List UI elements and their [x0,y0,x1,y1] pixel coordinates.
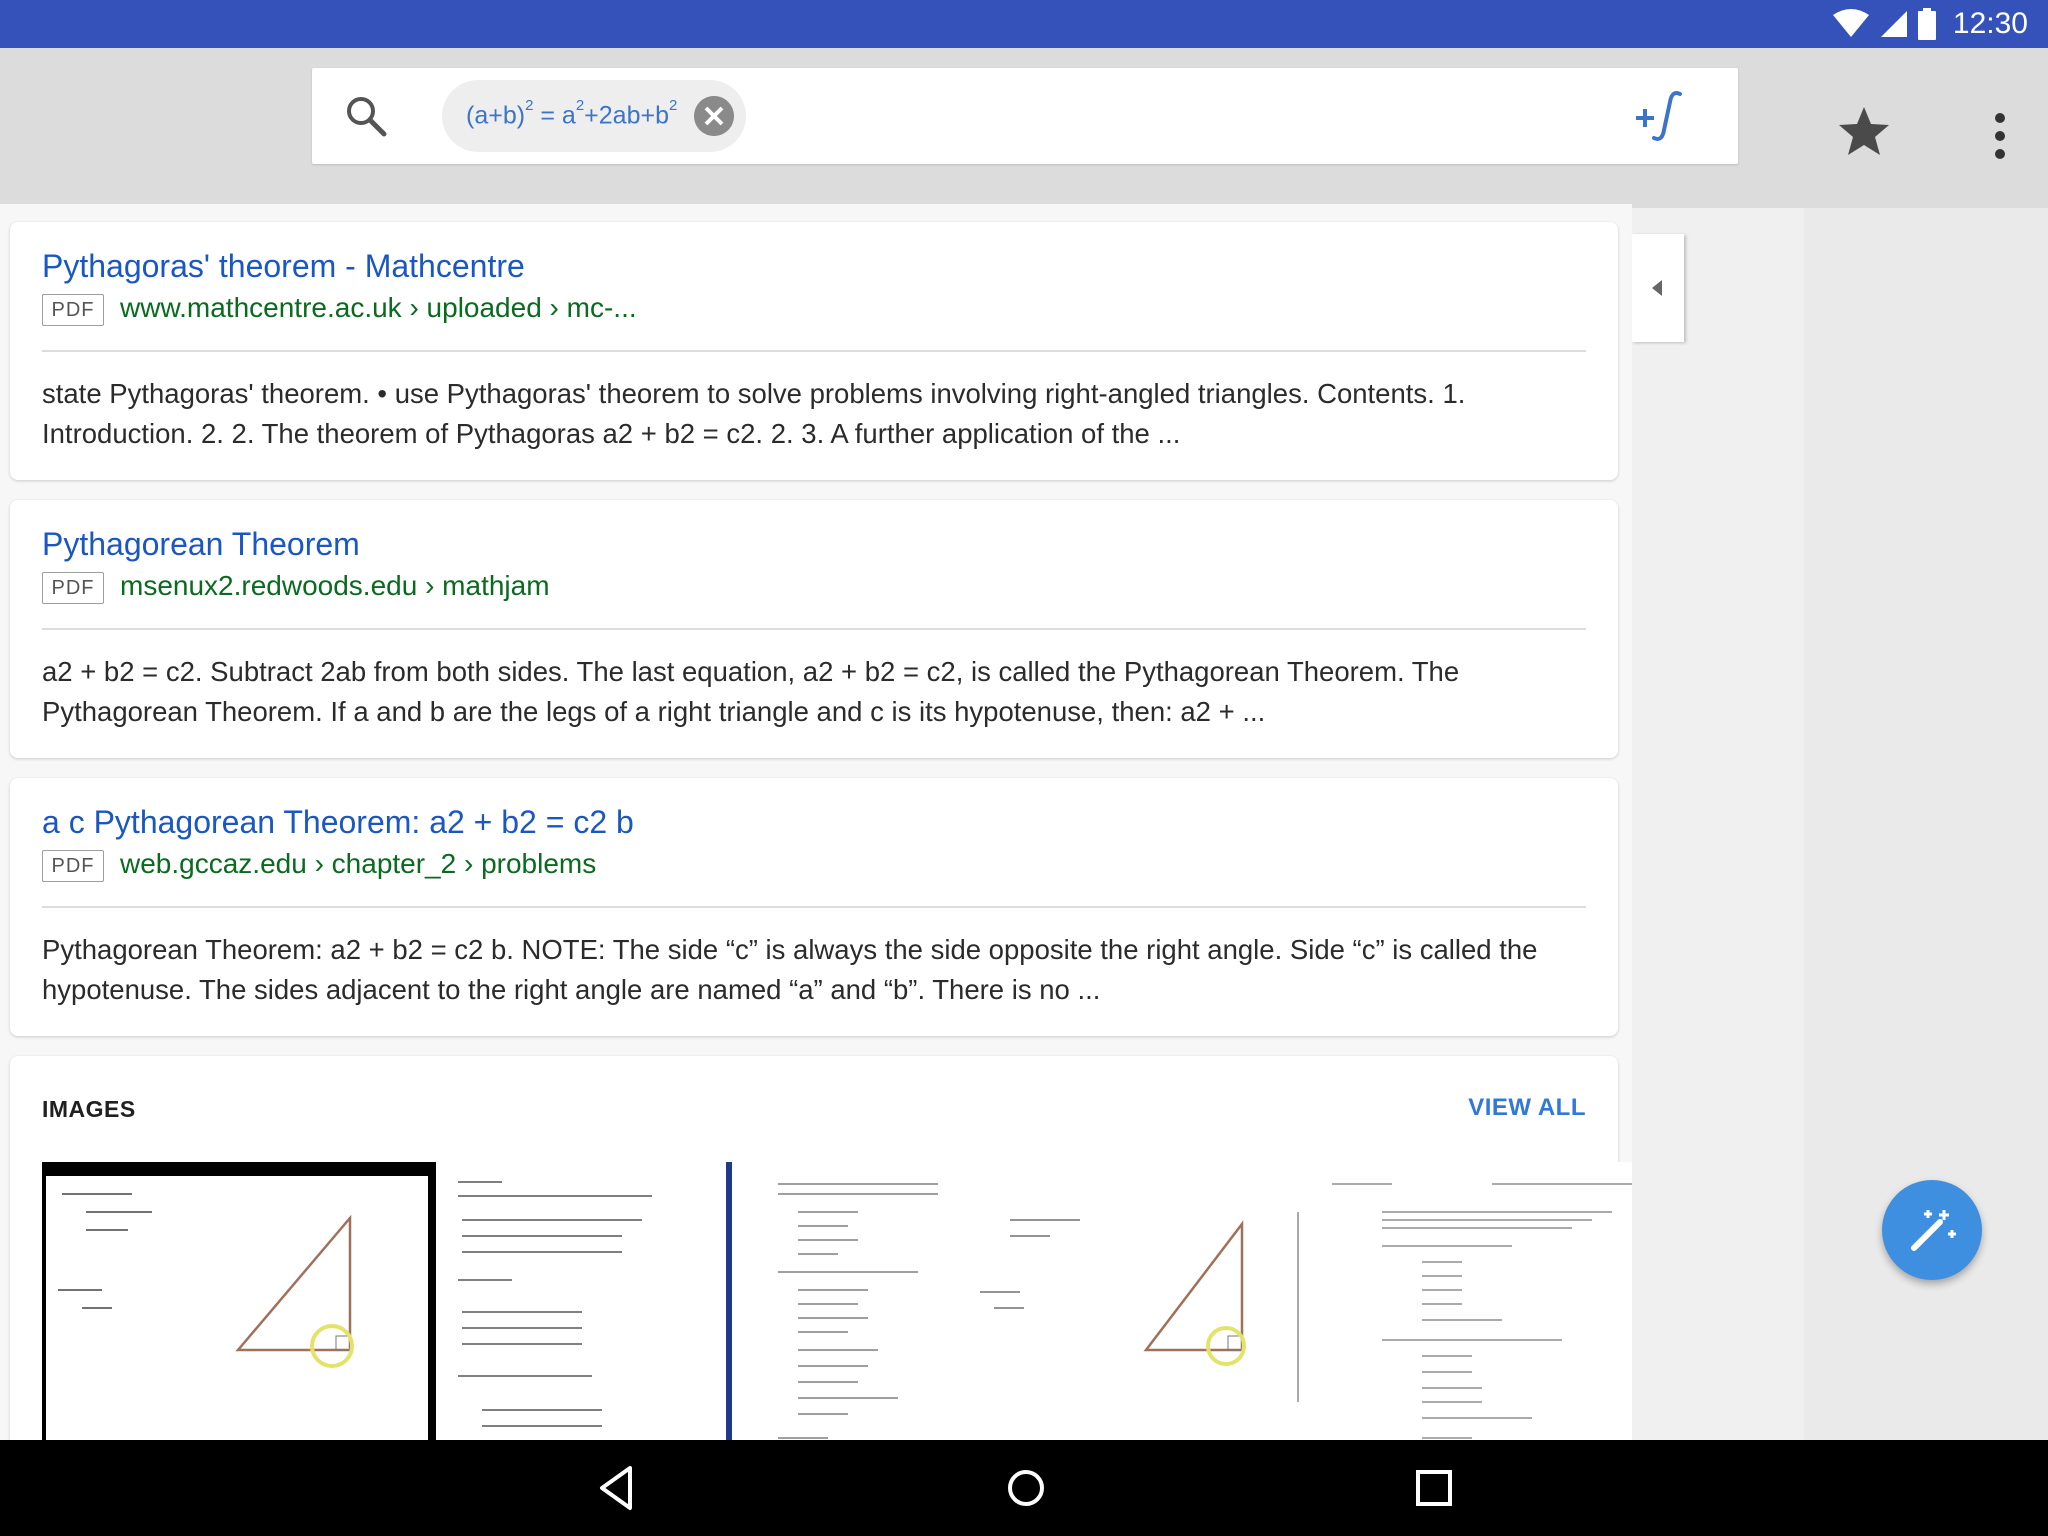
image-thumbnail[interactable] [1312,1162,1632,1440]
pdf-badge: PDF [42,294,104,326]
result-snippet: Pythagorean Theorem: a2 + b2 = c2 b. NOT… [42,934,1538,1005]
query-text: (a+b)2 = a2+2ab+b2 [466,97,678,130]
divider [42,628,1586,630]
result-title[interactable]: Pythagorean Theorem [42,526,360,563]
star-icon[interactable] [1836,104,1892,160]
images-card: IMAGES VIEW ALL [10,1056,1632,1440]
result-title[interactable]: a c Pythagorean Theorem: a2 + b2 = c2 b [42,804,634,841]
result-title[interactable]: Pythagoras' theorem - Mathcentre [42,248,525,285]
collapse-panel-button[interactable] [1632,234,1684,342]
images-heading: IMAGES [42,1096,136,1122]
image-thumbnail[interactable] [738,1162,968,1440]
result-url: web.gccaz.edu › chapter_2 › problems [120,848,597,879]
result-url: msenux2.redwoods.edu › mathjam [120,570,550,601]
result-card[interactable]: Pythagoras' theorem - Mathcentre PDF www… [10,222,1618,480]
app-bar: (a+b)2 = a2+2ab+b2 [0,48,2048,208]
image-thumbnail[interactable] [442,1162,732,1440]
collapse-arrow-icon [1652,280,1662,296]
query-chip[interactable]: (a+b)2 = a2+2ab+b2 [442,80,746,152]
magic-wand-icon [1911,1210,1956,1251]
recents-icon[interactable] [1408,1462,1460,1514]
wifi-icon [1832,9,1869,37]
result-snippet: a2 + b2 = c2. Subtract 2ab from both sid… [42,656,1460,727]
result-snippet: state Pythagoras' theorem. • use Pythago… [42,378,1466,449]
image-thumbnail[interactable] [970,1162,1308,1440]
divider [42,906,1586,908]
result-url: www.mathcentre.ac.uk › uploaded › mc-... [120,292,637,323]
navigation-bar [0,1440,2048,1536]
divider [42,350,1586,352]
image-thumbnail[interactable] [42,1162,436,1440]
status-time: 12:30 [1952,7,2028,40]
search-icon[interactable] [344,94,388,138]
result-card[interactable]: a c Pythagorean Theorem: a2 + b2 = c2 b … [10,778,1618,1036]
results-pane[interactable]: Pythagoras' theorem - Mathcentre PDF www… [0,204,1632,1440]
math-function-icon[interactable] [1634,88,1690,144]
home-icon[interactable] [1000,1462,1052,1514]
image-thumbnails [42,1162,1632,1440]
battery-icon [1917,8,1936,40]
status-icons: 12:30 [1831,6,2028,42]
view-all-link[interactable]: VIEW ALL [1468,1094,1586,1122]
status-bar: 12:30 [0,0,2048,48]
pdf-badge: PDF [42,572,104,604]
side-panel [1632,208,1804,1440]
result-card[interactable]: Pythagorean Theorem PDF msenux2.redwoods… [10,500,1618,758]
magic-wand-button[interactable] [1882,1180,1982,1280]
pdf-badge: PDF [42,850,104,882]
clear-icon[interactable] [694,96,734,136]
back-icon[interactable] [592,1462,644,1514]
signal-icon [1880,11,1907,37]
search-box[interactable]: (a+b)2 = a2+2ab+b2 [312,68,1738,164]
more-vert-icon[interactable] [1982,108,2018,164]
